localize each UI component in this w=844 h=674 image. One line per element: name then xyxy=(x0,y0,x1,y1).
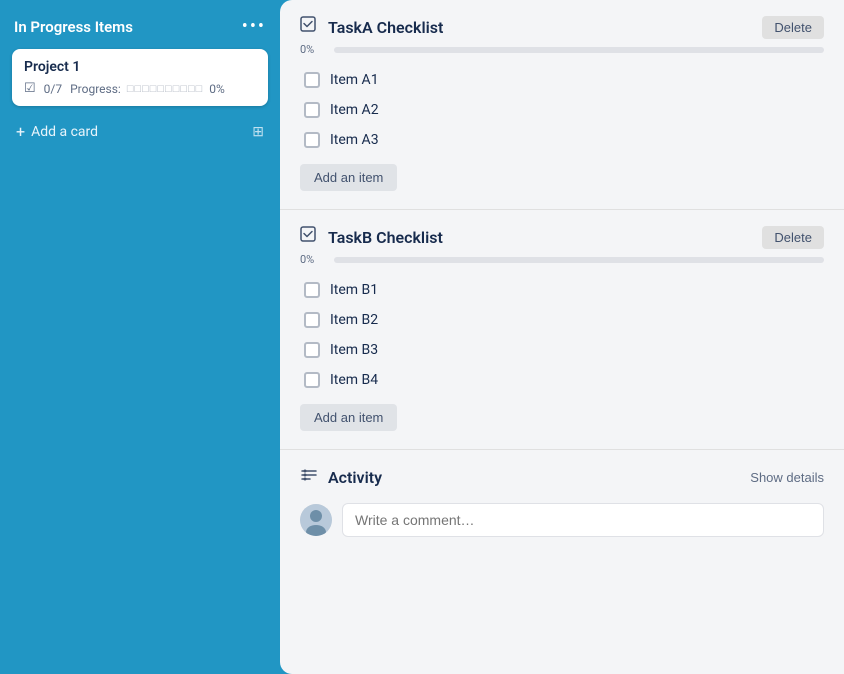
progress-percent: 0% xyxy=(209,82,225,96)
checklist-taskA: TaskA Checklist Delete 0% Item A1 Item A… xyxy=(280,0,844,210)
item-label: Item B4 xyxy=(330,372,378,388)
taskB-progress-track xyxy=(334,257,824,263)
activity-icon xyxy=(300,466,318,489)
item-label: Item B1 xyxy=(330,282,378,298)
checklist-taskB-title: TaskB Checklist xyxy=(328,228,443,247)
add-item-taskB-button[interactable]: Add an item xyxy=(300,404,397,431)
item-label: Item A1 xyxy=(330,72,379,88)
item-checkbox[interactable] xyxy=(304,342,320,358)
list-item: Item B2 xyxy=(300,306,824,334)
delete-taskA-button[interactable]: Delete xyxy=(762,16,824,39)
taskB-progress-label: 0% xyxy=(300,253,326,266)
checklist-taskA-title: TaskA Checklist xyxy=(328,18,443,37)
card-count: 0/7 xyxy=(44,82,62,96)
item-checkbox[interactable] xyxy=(304,72,320,88)
list-item: Item A1 xyxy=(300,66,824,94)
list-item: Item A3 xyxy=(300,126,824,154)
sidebar-menu-icon[interactable]: ••• xyxy=(242,16,266,37)
add-card-label: Add a card xyxy=(31,124,98,140)
checklist-taskA-icon xyxy=(300,16,318,39)
add-card-button[interactable]: + Add a card ⊞ xyxy=(12,114,268,149)
plus-icon: + xyxy=(16,122,25,141)
activity-title: Activity xyxy=(328,468,382,487)
activity-section: Activity Show details xyxy=(280,450,844,553)
delete-taskB-button[interactable]: Delete xyxy=(762,226,824,249)
list-item: Item B4 xyxy=(300,366,824,394)
checklist-taskB-icon xyxy=(300,226,318,249)
item-checkbox[interactable] xyxy=(304,312,320,328)
item-label: Item B3 xyxy=(330,342,378,358)
avatar xyxy=(300,504,332,536)
checklist-taskA-header: TaskA Checklist Delete xyxy=(300,16,824,39)
show-details-button[interactable]: Show details xyxy=(750,470,824,485)
list-item: Item A2 xyxy=(300,96,824,124)
item-checkbox[interactable] xyxy=(304,372,320,388)
taskA-progress-row: 0% xyxy=(300,43,824,56)
main-panel: TaskA Checklist Delete 0% Item A1 Item A… xyxy=(280,0,844,674)
taskB-progress-row: 0% xyxy=(300,253,824,266)
sidebar: In Progress Items ••• Project 1 ☑ 0/7 Pr… xyxy=(0,0,280,674)
list-item: Item B1 xyxy=(300,276,824,304)
checklist-taskB-header: TaskB Checklist Delete xyxy=(300,226,824,249)
item-label: Item A2 xyxy=(330,102,379,118)
activity-header: Activity Show details xyxy=(300,466,824,489)
sidebar-title: In Progress Items xyxy=(14,18,133,36)
comment-input[interactable] xyxy=(342,503,824,537)
item-label: Item B2 xyxy=(330,312,378,328)
progress-dots: □□□□□□□□□□ xyxy=(127,82,203,95)
card-progress: Progress: □□□□□□□□□□ 0% xyxy=(70,82,225,96)
item-checkbox[interactable] xyxy=(304,102,320,118)
sidebar-header: In Progress Items ••• xyxy=(12,12,268,41)
item-checkbox[interactable] xyxy=(304,132,320,148)
taskB-items: Item B1 Item B2 Item B3 Item B4 xyxy=(300,276,824,394)
taskA-progress-track xyxy=(334,47,824,53)
taskA-items: Item A1 Item A2 Item A3 xyxy=(300,66,824,154)
card-title: Project 1 xyxy=(24,59,256,75)
template-icon: ⊞ xyxy=(252,124,264,140)
progress-label: Progress: xyxy=(70,82,121,96)
comment-row xyxy=(300,503,824,537)
card-meta: ☑ 0/7 Progress: □□□□□□□□□□ 0% xyxy=(24,81,256,96)
checklist-taskB: TaskB Checklist Delete 0% Item B1 Item B… xyxy=(280,210,844,450)
item-checkbox[interactable] xyxy=(304,282,320,298)
taskA-progress-label: 0% xyxy=(300,43,326,56)
checklist-meta-icon: ☑ xyxy=(24,81,36,96)
list-item: Item B3 xyxy=(300,336,824,364)
item-label: Item A3 xyxy=(330,132,379,148)
add-item-taskA-button[interactable]: Add an item xyxy=(300,164,397,191)
project-card: Project 1 ☑ 0/7 Progress: □□□□□□□□□□ 0% xyxy=(12,49,268,106)
